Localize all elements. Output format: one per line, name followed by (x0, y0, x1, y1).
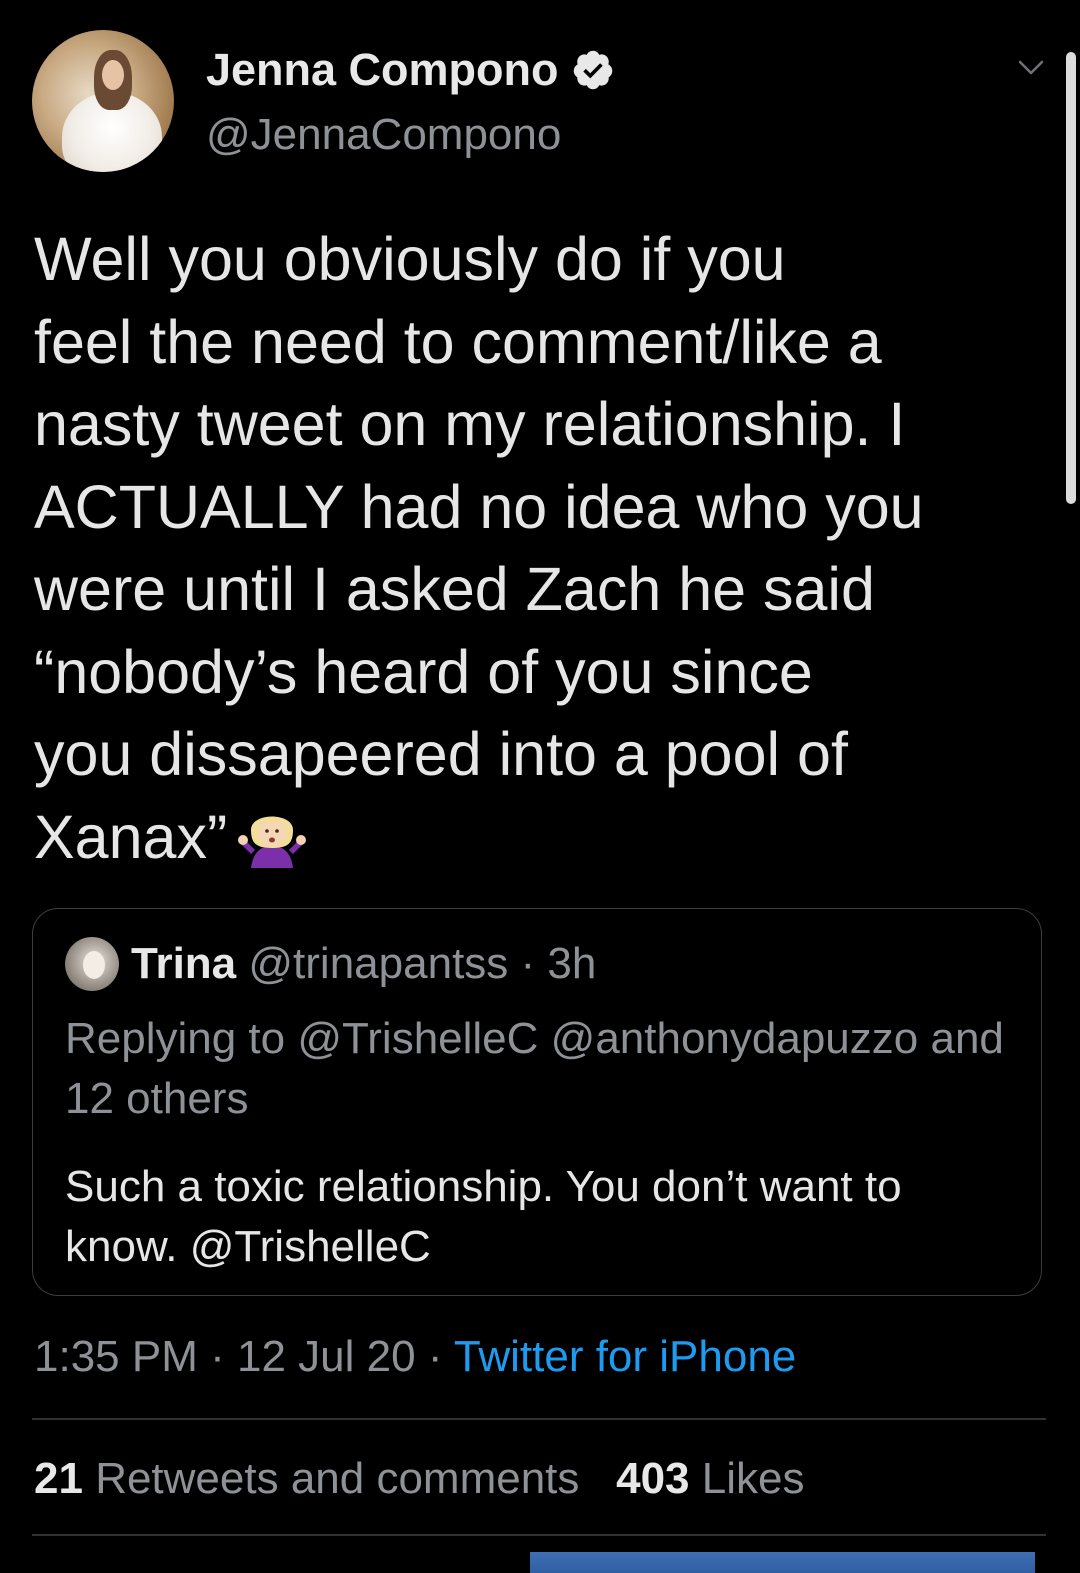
quoted-author-avatar[interactable] (65, 937, 119, 991)
quoted-replying-to: Replying to @TrishelleC @anthonydapuzzo … (65, 1014, 1004, 1123)
divider (32, 1534, 1046, 1536)
quoted-header-separator: · (520, 939, 536, 988)
quoted-author-name[interactable]: Trina (131, 939, 236, 988)
scrollbar[interactable] (1066, 52, 1076, 504)
tweet-time: 1:35 PM (34, 1332, 198, 1381)
tweet-body: Well you obviously do if you feel the ne… (34, 218, 1034, 878)
tweet-detail-page: Jenna Compono @JennaCompono Well you obv… (0, 0, 1080, 1573)
retweets-label: Retweets and comments (95, 1454, 580, 1503)
author-name[interactable]: Jenna Compono (206, 44, 615, 96)
retweets-stat[interactable]: 21 Retweets and comments (34, 1454, 579, 1503)
meta-separator: · (210, 1332, 225, 1381)
verified-badge-icon (573, 50, 612, 90)
avatar-face-shape (102, 60, 124, 90)
retweets-count: 21 (34, 1454, 83, 1503)
quoted-avatar-face-shape (83, 951, 105, 979)
likes-label: Likes (701, 1454, 805, 1503)
likes-count: 403 (616, 1454, 690, 1503)
quoted-tweet-text: Such a toxic relationship. You don’t wan… (65, 1162, 902, 1271)
meta-separator: · (427, 1332, 443, 1381)
author-name-text[interactable]: Jenna Compono (206, 44, 559, 96)
quoted-tweet-header: Trina @trinapantss · 3h (131, 939, 596, 989)
divider (32, 1418, 1046, 1420)
tweet-stats: 21 Retweets and comments 403 Likes (34, 1454, 804, 1504)
person-shrugging-emoji-icon (238, 816, 307, 868)
likes-stat[interactable]: 403 Likes (616, 1454, 804, 1503)
tweet-metadata: 1:35 PM · 12 Jul 20 · Twitter for iPhone (34, 1332, 796, 1382)
quoted-tweet-age: 3h (547, 939, 597, 988)
tweet-source-link[interactable]: Twitter for iPhone (454, 1332, 796, 1381)
quoted-author-handle[interactable]: @trinapantss (248, 939, 508, 988)
chevron-down-icon[interactable] (1016, 56, 1046, 80)
author-avatar[interactable] (32, 30, 174, 172)
quoted-tweet-card[interactable]: Trina @trinapantss · 3h Replying to @Tri… (32, 908, 1042, 1296)
author-handle[interactable]: @JennaCompono (206, 110, 561, 160)
tweet-body-text: Well you obviously do if you feel the ne… (34, 225, 924, 871)
tweet-date: 12 Jul 20 (237, 1332, 416, 1381)
media-thumbnail[interactable] (530, 1552, 1035, 1573)
